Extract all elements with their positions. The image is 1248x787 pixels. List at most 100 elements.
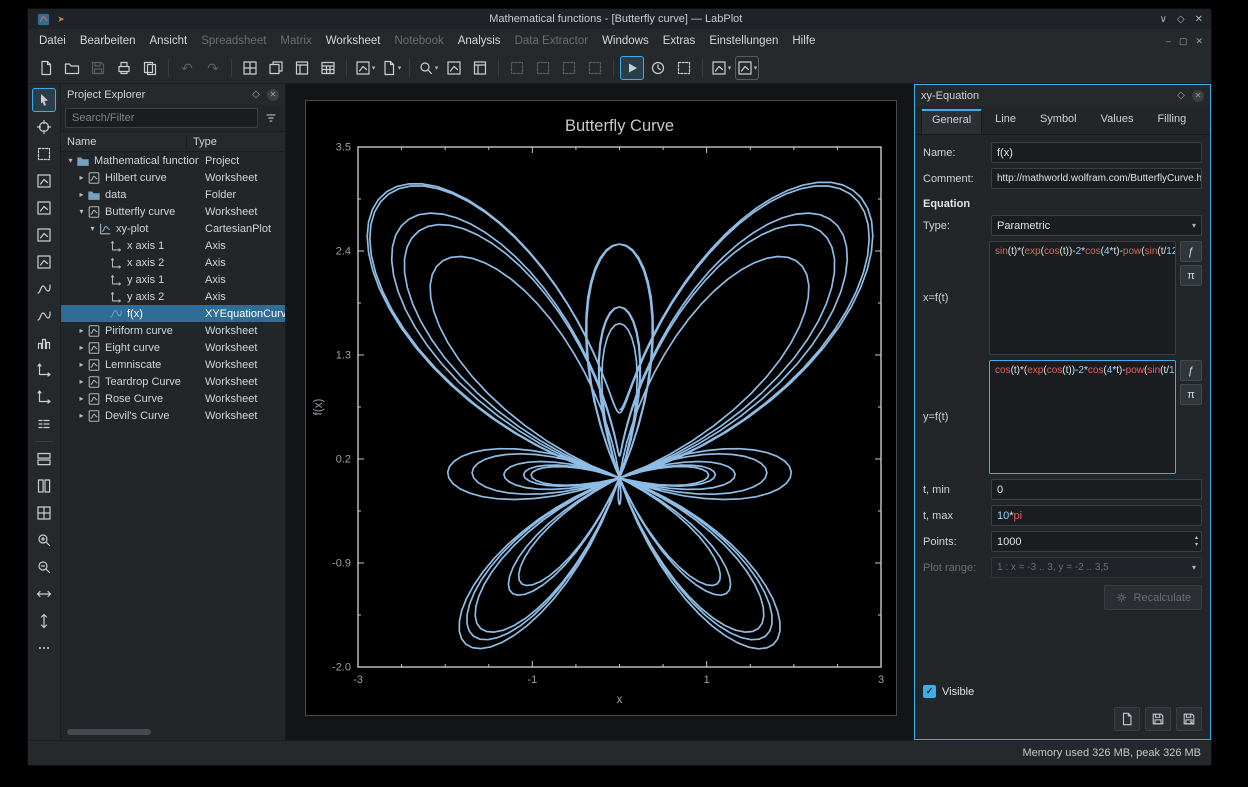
horizontal-layout-button[interactable] <box>32 474 56 498</box>
points-spinbox[interactable]: 1000 ▴ ▾ <box>991 531 1202 552</box>
vertical-layout-button[interactable] <box>32 447 56 471</box>
add-text-label-button[interactable] <box>468 56 492 80</box>
spin-down-icon[interactable]: ▾ <box>1195 542 1198 549</box>
dock-float-icon[interactable]: ◇ <box>249 88 263 102</box>
insert-constant-button[interactable]: π <box>1180 265 1202 286</box>
tree-item-y-axis-1[interactable]: y axis 1 Axis <box>61 271 285 288</box>
dock-float-icon[interactable]: ◇ <box>1174 89 1188 103</box>
tree-item-y-axis-2[interactable]: y axis 2 Axis <box>61 288 285 305</box>
add-object-button[interactable]: ▾ <box>353 56 377 80</box>
tree-item-butterfly-curve[interactable]: ▾ Butterfly curve Worksheet <box>61 203 285 220</box>
add-plot-two-axes-button[interactable] <box>32 196 56 220</box>
tab-general[interactable]: General <box>921 109 983 134</box>
expander-icon[interactable]: ▸ <box>76 343 87 352</box>
add-legend-button[interactable] <box>32 412 56 436</box>
auto-scale-button[interactable] <box>672 56 696 80</box>
spin-up-icon[interactable]: ▴ <box>1195 535 1198 542</box>
x-equation-input[interactable]: sin(t)*(exp(cos(t))-2*cos(4*t)-pow(sin(t… <box>989 241 1176 355</box>
type-select[interactable]: Parametric ▾ <box>991 215 1202 236</box>
print-button[interactable] <box>112 56 136 80</box>
insert-function-button[interactable]: ƒ <box>1180 360 1202 381</box>
menu-windows[interactable]: Windows <box>595 32 656 50</box>
expander-icon[interactable]: ▾ <box>65 156 76 165</box>
t-max-input[interactable]: 10 * pi <box>991 505 1202 526</box>
search-input[interactable]: Search/Filter <box>65 108 258 128</box>
visible-checkbox[interactable]: ✓ <box>923 685 936 698</box>
tree-item-f-x[interactable]: f(x) XYEquationCurve <box>61 305 285 322</box>
tab-line[interactable]: Line <box>984 109 1027 134</box>
menu-hilfe[interactable]: Hilfe <box>785 32 822 50</box>
tree-item-rose-curve[interactable]: ▸ Rose Curve Worksheet <box>61 390 285 407</box>
start-computation-button[interactable] <box>620 56 644 80</box>
dock-close-icon[interactable]: ✕ <box>267 88 279 101</box>
add-plot-template-button[interactable] <box>32 250 56 274</box>
cascade-windows-button[interactable] <box>264 56 288 80</box>
menu-bearbeiten[interactable]: Bearbeiten <box>73 32 143 50</box>
close-icon[interactable]: ✕ <box>1195 14 1203 25</box>
column-header-name[interactable]: Name <box>61 135 187 148</box>
more-options-button[interactable] <box>32 636 56 660</box>
expander-icon[interactable]: ▸ <box>76 173 87 182</box>
mdi-minimize-icon[interactable]: – <box>1166 36 1171 47</box>
insert-constant-button[interactable]: π <box>1180 384 1202 405</box>
shift-y-tool-button[interactable] <box>32 609 56 633</box>
mdi-restore-icon[interactable]: ▢ <box>1179 36 1188 47</box>
tree-item-xy-plot[interactable]: ▾ xy-plot CartesianPlot <box>61 220 285 237</box>
add-equation-curve-button[interactable] <box>32 304 56 328</box>
add-spreadsheet-button[interactable] <box>316 56 340 80</box>
zoom-out-tool-button[interactable] <box>32 555 56 579</box>
save-button[interactable] <box>1145 707 1171 731</box>
expander-icon[interactable]: ▸ <box>76 377 87 386</box>
tab-values[interactable]: Values <box>1090 109 1145 134</box>
export-button[interactable] <box>138 56 162 80</box>
add-plot-four-axes-button[interactable] <box>32 169 56 193</box>
tree-item-piriform-curve[interactable]: ▸ Piriform curve Worksheet <box>61 322 285 339</box>
load-template-button[interactable] <box>1114 707 1140 731</box>
insert-function-button[interactable]: ƒ <box>1180 241 1202 262</box>
name-input[interactable]: f(x) <box>991 142 1202 163</box>
menu-einstellungen[interactable]: Einstellungen <box>702 32 785 50</box>
menu-datei[interactable]: Datei <box>32 32 73 50</box>
zoom-in-tool-button[interactable] <box>32 528 56 552</box>
comment-input[interactable]: http://mathworld.wolfram.com/ButterflyCu… <box>991 168 1202 189</box>
add-worksheet-button[interactable] <box>290 56 314 80</box>
tree-item-teardrop-curve[interactable]: ▸ Teardrop Curve Worksheet <box>61 373 285 390</box>
maximize-icon[interactable]: ◇ <box>1177 14 1185 25</box>
zoom-preset-1-button[interactable]: ▾ <box>709 56 733 80</box>
add-plot-centered-axes-button[interactable] <box>32 223 56 247</box>
tab-symbol[interactable]: Symbol <box>1029 109 1088 134</box>
add-cartesian-plot-button[interactable] <box>442 56 466 80</box>
tree-item-data[interactable]: ▸ data Folder <box>61 186 285 203</box>
expander-icon[interactable]: ▸ <box>76 190 87 199</box>
tree-item-hilbert-curve[interactable]: ▸ Hilbert curve Worksheet <box>61 169 285 186</box>
mdi-close-icon[interactable]: ✕ <box>1195 36 1203 47</box>
t-min-input[interactable]: 0 <box>991 479 1202 500</box>
elapsed-time-button[interactable] <box>646 56 670 80</box>
y-equation-input[interactable]: cos(t)*(exp(cos(t))-2*cos(4*t)-pow(sin(t… <box>989 360 1176 474</box>
open-project-button[interactable] <box>60 56 84 80</box>
worksheet-view[interactable]: -3 -1 1 3 3.5 2.4 1.3 0.2 -0.9 -2.0 Butterfly Curv… <box>286 84 914 740</box>
tree-item-x-axis-2[interactable]: x axis 2 Axis <box>61 254 285 271</box>
expander-icon[interactable]: ▾ <box>76 207 87 216</box>
add-horizontal-axis-button[interactable] <box>32 358 56 382</box>
column-header-type[interactable]: Type <box>187 136 285 148</box>
zoom-mode-button[interactable]: ▾ <box>416 56 440 80</box>
zoom-preset-2-button[interactable]: ▾ <box>735 56 759 80</box>
shift-x-tool-button[interactable] <box>32 582 56 606</box>
horizontal-scrollbar[interactable] <box>67 729 151 735</box>
expander-icon[interactable]: ▸ <box>76 411 87 420</box>
crosshair-tool-button[interactable] <box>32 115 56 139</box>
expander-icon[interactable]: ▸ <box>76 394 87 403</box>
tree-item-eight-curve[interactable]: ▸ Eight curve Worksheet <box>61 339 285 356</box>
expander-icon[interactable]: ▸ <box>76 326 87 335</box>
grid-layout-button[interactable] <box>32 501 56 525</box>
butterfly-plot[interactable]: -3 -1 1 3 3.5 2.4 1.3 0.2 -0.9 -2.0 Butterfly Curv… <box>305 100 897 716</box>
filter-icon[interactable] <box>261 108 281 128</box>
menu-worksheet[interactable]: Worksheet <box>319 32 388 50</box>
zoom-select-tool-button[interactable] <box>32 142 56 166</box>
export-worksheet-button[interactable]: ▾ <box>379 56 403 80</box>
tree-item-lemniscate[interactable]: ▸ Lemniscate Worksheet <box>61 356 285 373</box>
tree-item-x-axis-1[interactable]: x axis 1 Axis <box>61 237 285 254</box>
add-xy-curve-button[interactable] <box>32 277 56 301</box>
tree-item-mathematical-functions[interactable]: ▾ Mathematical functions Project <box>61 152 285 169</box>
